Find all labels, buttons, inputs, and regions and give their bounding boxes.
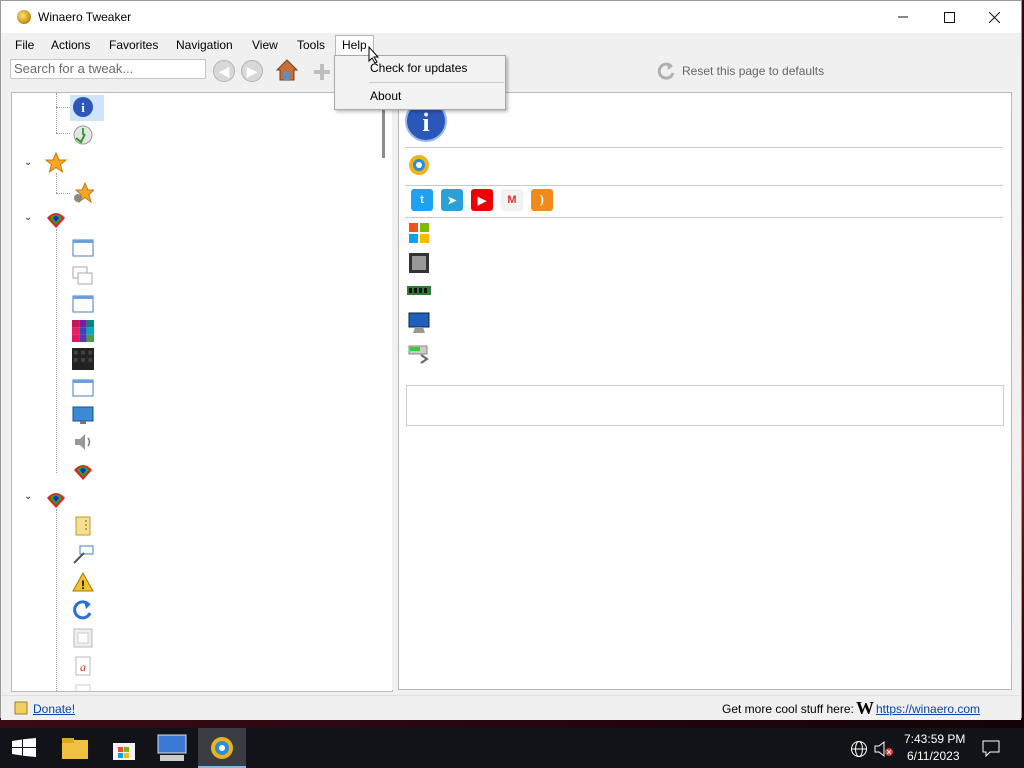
windows-stack-icon[interactable] — [72, 265, 94, 287]
paint-icon[interactable] — [45, 488, 67, 510]
add-favorite-icon[interactable] — [312, 62, 332, 82]
display-icon — [408, 312, 430, 333]
menu-view[interactable]: View — [246, 36, 284, 54]
tweak-tree[interactable]: i ⌄ ⌄ ⌄ ! a — [11, 92, 393, 692]
clock-icon[interactable] — [72, 124, 94, 146]
clock-date[interactable]: 6/11/2023 — [907, 749, 960, 763]
star-gear-icon[interactable] — [72, 182, 94, 204]
colors-icon[interactable] — [72, 320, 94, 342]
paint-icon[interactable] — [45, 208, 67, 230]
shortcut-icon[interactable] — [72, 543, 94, 565]
maximize-icon — [943, 11, 955, 23]
help-menu-dropdown: Check for updates About — [334, 55, 506, 110]
window-icon[interactable] — [72, 237, 94, 259]
warning-icon[interactable]: ! — [72, 571, 94, 593]
chevron-down-icon[interactable]: ⌄ — [24, 212, 32, 223]
frame-icon[interactable] — [72, 627, 94, 649]
youtube-icon[interactable]: ▶ — [471, 189, 493, 211]
winaero-tweaker-icon — [211, 737, 233, 759]
taskbar-winaero-button[interactable] — [198, 728, 246, 768]
maximize-button[interactable] — [926, 1, 972, 33]
windows-start-icon[interactable] — [12, 738, 36, 758]
taskbar: 7:43:59 PM 6/11/2023 — [0, 728, 1024, 768]
monitor-icon[interactable] — [72, 404, 94, 426]
windows-logo-icon — [409, 223, 429, 243]
menu-item-about[interactable]: About — [370, 89, 401, 103]
gpu-icon — [408, 345, 429, 364]
close-icon — [988, 11, 1000, 23]
reset-arrow-icon — [657, 62, 675, 80]
chevron-down-icon[interactable]: ⌄ — [24, 157, 32, 168]
arrow-left-icon: ◀ — [218, 62, 230, 79]
star-icon[interactable] — [45, 152, 67, 174]
donate-icon — [14, 701, 28, 715]
menu-actions[interactable]: Actions — [45, 36, 96, 54]
menu-navigation[interactable]: Navigation — [170, 36, 239, 54]
ram-icon — [407, 286, 431, 295]
title-bar[interactable]: Winaero Tweaker — [1, 1, 1021, 33]
notifications-icon[interactable] — [982, 739, 1000, 757]
dark-colors-icon[interactable] — [72, 348, 94, 370]
notepad-icon[interactable] — [72, 515, 94, 537]
menu-separator — [369, 82, 504, 83]
forward-button[interactable]: ▶ — [241, 60, 263, 82]
volume-muted-icon[interactable] — [874, 740, 894, 758]
mouse-cursor-icon — [368, 46, 380, 64]
reset-label: Reset this page to defaults — [682, 64, 825, 78]
svg-text:i: i — [81, 100, 85, 115]
divider — [405, 217, 1003, 218]
network-icon[interactable] — [850, 740, 868, 758]
svg-text:a: a — [80, 660, 86, 674]
divider — [405, 185, 1003, 186]
store-icon[interactable] — [111, 735, 137, 761]
remote-desktop-icon[interactable] — [156, 733, 188, 763]
speaker-icon[interactable] — [72, 431, 94, 453]
menu-favorites[interactable]: Favorites — [103, 36, 164, 54]
menu-bar: File Actions Favorites Navigation View T… — [1, 33, 1021, 57]
info-box — [406, 385, 1004, 426]
toolbar: Search for a tweak... ◀ ▶ Reset this pag… — [1, 57, 1021, 87]
file-explorer-icon[interactable] — [61, 736, 89, 760]
site-link[interactable]: https://winaero.com — [876, 702, 980, 716]
status-bar: Donate! Get more cool stuff here: W http… — [1, 695, 1021, 720]
menu-item-check-updates[interactable]: Check for updates — [370, 61, 467, 75]
promo-text: Get more cool stuff here: — [722, 702, 854, 716]
rss-icon[interactable]: ) — [531, 189, 553, 211]
winaero-w-logo: W — [856, 698, 874, 718]
svg-text:i: i — [422, 108, 429, 137]
window-icon[interactable] — [72, 293, 94, 315]
window-icon[interactable] — [72, 377, 94, 399]
info-icon[interactable]: i — [72, 96, 94, 118]
cpu-icon — [409, 253, 429, 273]
back-button[interactable]: ◀ — [213, 60, 235, 82]
menu-tools[interactable]: Tools — [291, 36, 331, 54]
app-icon — [17, 10, 31, 24]
chevron-down-icon[interactable]: ⌄ — [24, 491, 32, 502]
winaero-logo-icon — [409, 155, 429, 175]
clock-time[interactable]: 7:43:59 PM — [904, 732, 965, 746]
telegram-icon[interactable]: ➤ — [441, 189, 463, 211]
svg-text:!: ! — [81, 578, 85, 592]
menu-file[interactable]: File — [9, 36, 40, 54]
app-window: Winaero Tweaker File Actions Favorites N… — [0, 0, 1022, 720]
search-input[interactable]: Search for a tweak... — [10, 59, 206, 79]
font-icon[interactable]: a — [72, 655, 94, 677]
divider — [405, 147, 1003, 148]
minimize-icon — [898, 16, 908, 18]
refresh-arrow-icon[interactable] — [72, 599, 94, 621]
window-title: Winaero Tweaker — [38, 10, 132, 24]
arrow-right-icon: ▶ — [246, 62, 258, 79]
home-icon[interactable] — [275, 58, 299, 82]
document-icon[interactable] — [72, 683, 94, 692]
reset-defaults-button[interactable]: Reset this page to defaults — [656, 60, 824, 82]
minimize-button[interactable] — [880, 1, 926, 33]
gmail-icon[interactable]: M — [501, 189, 523, 211]
paint-icon[interactable] — [72, 460, 94, 482]
close-button[interactable] — [971, 1, 1017, 33]
twitter-icon[interactable]: t — [411, 189, 433, 211]
donate-link[interactable]: Donate! — [33, 702, 75, 716]
